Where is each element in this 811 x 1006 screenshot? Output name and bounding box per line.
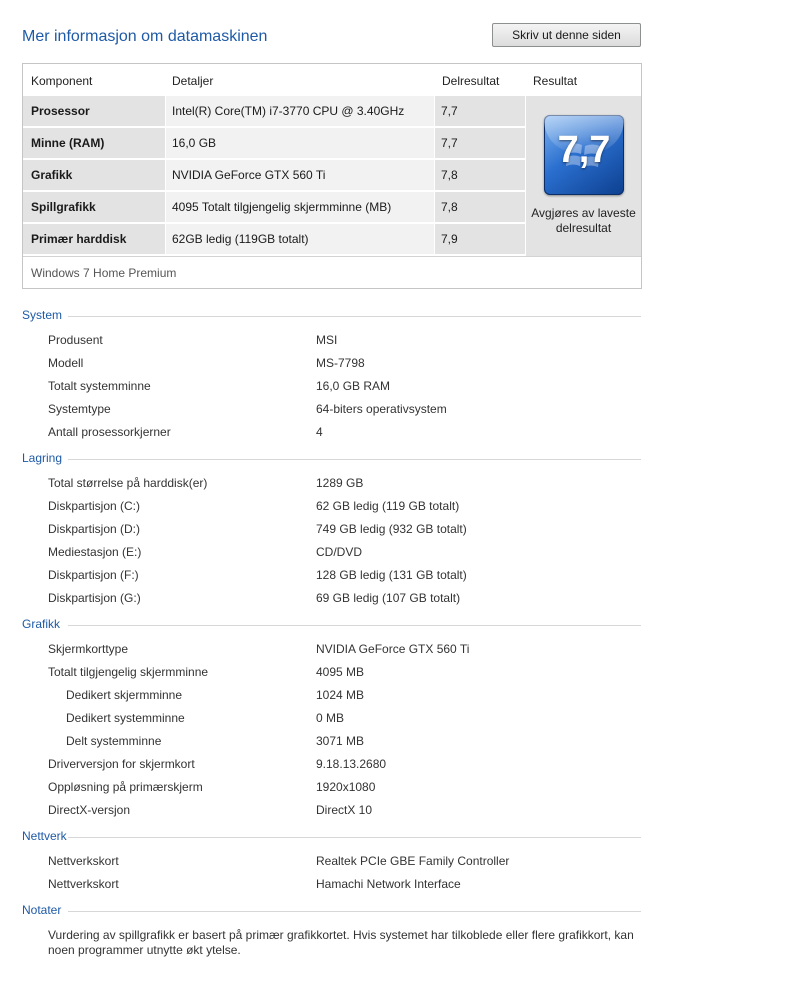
property-label: Totalt tilgjengelig skjermminne (48, 665, 209, 679)
component-subscore: 7,8 (435, 160, 525, 190)
section-divider (68, 459, 641, 460)
property-value: NVIDIA GeForce GTX 560 Ti (316, 642, 470, 656)
property-label: Diskpartisjon (F:) (48, 568, 139, 582)
component-name: Grafikk (23, 160, 165, 190)
section-title-graphics: Grafikk (22, 617, 61, 631)
property-label: DirectX-versjon (48, 803, 131, 817)
page-title: Mer informasjon om datamaskinen (22, 28, 268, 45)
print-page-button[interactable]: Skriv ut denne siden (492, 23, 641, 47)
component-subscore: 7,9 (435, 224, 525, 254)
column-header-component: Komponent (31, 74, 93, 88)
os-edition: Windows 7 Home Premium (31, 266, 177, 280)
property-value: 4095 MB (316, 665, 365, 679)
property-value: 3071 MB (316, 734, 365, 748)
property-label: Diskpartisjon (G:) (48, 591, 141, 605)
section-divider (68, 625, 641, 626)
property-value: 1289 GB (316, 476, 364, 490)
property-label: Dedikert systemminne (66, 711, 185, 725)
property-value: 749 GB ledig (932 GB totalt) (316, 522, 467, 536)
section-divider (68, 911, 641, 912)
column-header-result: Resultat (533, 74, 578, 88)
property-value: DirectX 10 (316, 803, 373, 817)
property-label: Nettverkskort (48, 854, 119, 868)
property-value: CD/DVD (316, 545, 363, 559)
property-value: MS-7798 (316, 356, 365, 370)
property-label: Mediestasjon (E:) (48, 545, 142, 559)
base-score-panel: 7,7 Avgjøres av laveste delresultat (526, 96, 641, 256)
property-label: Total størrelse på harddisk(er) (48, 476, 208, 490)
component-details: NVIDIA GeForce GTX 560 Ti (166, 160, 434, 190)
property-value: 9.18.13.2680 (316, 757, 387, 771)
property-label: Diskpartisjon (C:) (48, 499, 141, 513)
property-value: 62 GB ledig (119 GB totalt) (316, 499, 460, 513)
property-label: Skjermkorttype (48, 642, 129, 656)
property-value: Hamachi Network Interface (316, 877, 461, 891)
component-details: Intel(R) Core(TM) i7-3770 CPU @ 3.40GHz (166, 96, 434, 126)
property-label: Diskpartisjon (D:) (48, 522, 141, 536)
section-divider (68, 316, 641, 317)
property-value: 16,0 GB RAM (316, 379, 391, 393)
property-label: Antall prosessorkjerner (48, 425, 171, 439)
column-header-subscore: Delresultat (442, 74, 500, 88)
os-divider (23, 256, 641, 257)
section-divider (68, 837, 641, 838)
property-label: Systemtype (48, 402, 111, 416)
section-title-storage: Lagring (22, 451, 63, 465)
notes-text: Vurdering av spillgrafikk er basert på p… (48, 928, 634, 957)
component-subscore: 7,8 (435, 192, 525, 222)
property-label: Oppløsning på primærskjerm (48, 780, 203, 794)
property-label: Produsent (48, 333, 103, 347)
property-label: Nettverkskort (48, 877, 119, 891)
property-value: 69 GB ledig (107 GB totalt) (316, 591, 461, 605)
component-name: Prosessor (23, 96, 165, 126)
property-value: 128 GB ledig (131 GB totalt) (316, 568, 467, 582)
score-table: Komponent Detaljer Delresultat Resultat … (22, 63, 642, 289)
component-details: 16,0 GB (166, 128, 434, 158)
property-value: 4 (316, 425, 323, 439)
property-value: 1024 MB (316, 688, 365, 702)
column-header-details: Detaljer (172, 74, 214, 88)
section-title-notes: Notater (22, 903, 62, 917)
property-label: Dedikert skjermminne (66, 688, 183, 702)
property-label: Totalt systemminne (48, 379, 151, 393)
component-name: Minne (RAM) (23, 128, 165, 158)
property-value: Realtek PCIe GBE Family Controller (316, 854, 510, 868)
property-value: 0 MB (316, 711, 345, 725)
base-score-badge: 7,7 (544, 115, 624, 195)
component-subscore: 7,7 (435, 96, 525, 126)
property-label: Delt systemminne (66, 734, 162, 748)
base-score-caption: Avgjøres av laveste delresultat (531, 206, 636, 235)
component-details: 62GB ledig (119GB totalt) (166, 224, 434, 254)
section-title-network: Nettverk (22, 829, 67, 843)
score-table-header: Komponent Detaljer Delresultat Resultat (23, 64, 641, 96)
property-label: Modell (48, 356, 84, 370)
component-subscore: 7,7 (435, 128, 525, 158)
component-name: Spillgrafikk (23, 192, 165, 222)
component-details: 4095 Totalt tilgjengelig skjermminne (MB… (166, 192, 434, 222)
section-title-system: System (22, 308, 63, 322)
property-label: Driverversjon for skjermkort (48, 757, 195, 771)
property-value: 64-biters operativsystem (316, 402, 447, 416)
property-value: 1920x1080 (316, 780, 376, 794)
component-name: Primær harddisk (23, 224, 165, 254)
property-value: MSI (316, 333, 338, 347)
base-score-value: 7,7 (557, 129, 611, 171)
